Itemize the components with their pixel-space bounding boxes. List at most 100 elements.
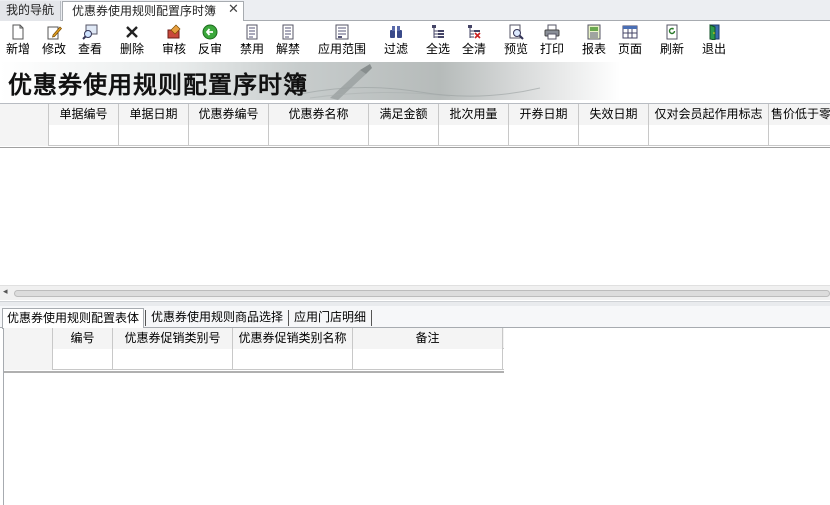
- grid-cell[interactable]: [53, 349, 113, 370]
- main-grid-header: 单据编号 单据日期 优惠券编号 优惠券名称 满足金额 批次用量 开券日期 失效日…: [0, 104, 830, 125]
- page-icon: [622, 25, 638, 39]
- view-icon: [82, 24, 98, 40]
- edit-button[interactable]: 修改: [38, 21, 70, 60]
- table-row[interactable]: [0, 125, 830, 146]
- title-banner: 优惠券使用规则配置序时簿: [0, 62, 830, 100]
- column-header[interactable]: 优惠券促销类别名称: [233, 328, 353, 349]
- edit-icon: [47, 26, 62, 40]
- preview-icon: [509, 24, 524, 40]
- tab-store-details[interactable]: 应用门店明细: [290, 308, 370, 328]
- row-indicator-header: [0, 104, 49, 125]
- preview-button[interactable]: 预览: [500, 21, 532, 60]
- toolbar-separator: [418, 25, 419, 56]
- detail-grid-header: 编号 优惠券促销类别号 优惠券促销类别名称 备注: [4, 328, 504, 349]
- grid-divider: [4, 371, 504, 373]
- filter-button[interactable]: 过滤: [380, 21, 412, 60]
- report-button[interactable]: 报表: [578, 21, 610, 60]
- grid-cell[interactable]: [769, 125, 830, 146]
- filter-binoculars-icon: [390, 26, 402, 38]
- table-row[interactable]: [4, 349, 504, 370]
- column-header[interactable]: 单据编号: [49, 104, 119, 125]
- toolbar-separator: [376, 25, 377, 56]
- delete-x-icon: [126, 26, 138, 38]
- main-toolbar: 新增 修改 查看 删除 审核 反审 禁用 解禁 应用范围 过滤 全选 全清 预览…: [0, 21, 830, 60]
- toolbar-separator: [496, 25, 497, 56]
- refresh-icon: [666, 24, 678, 40]
- column-header[interactable]: 优惠券促销类别号: [113, 328, 233, 349]
- print-icon: [544, 24, 560, 40]
- scroll-left-icon[interactable]: ◂: [3, 287, 8, 297]
- tab-rule-body[interactable]: 优惠券使用规则配置表体: [2, 308, 144, 329]
- tab-rule-goods[interactable]: 优惠券使用规则商品选择: [147, 308, 287, 328]
- grid-cell[interactable]: [353, 349, 503, 370]
- toolbar-separator: [574, 25, 575, 56]
- page-button[interactable]: 页面: [614, 21, 646, 60]
- tab-separator: [371, 310, 372, 326]
- exit-icon: [709, 24, 720, 40]
- enable-icon: [282, 24, 294, 40]
- row-indicator: [4, 349, 53, 370]
- view-button[interactable]: 查看: [74, 21, 106, 60]
- horizontal-scrollbar[interactable]: ◂: [0, 285, 830, 300]
- column-header[interactable]: 优惠券编号: [189, 104, 269, 125]
- toolbar-separator: [652, 25, 653, 56]
- column-header[interactable]: 单据日期: [119, 104, 189, 125]
- toolbar-separator: [310, 25, 311, 56]
- approve-button[interactable]: 审核: [158, 21, 190, 60]
- new-doc-icon: [12, 24, 24, 40]
- apply-scope-button[interactable]: 应用范围: [314, 21, 370, 60]
- grid-cell[interactable]: [189, 125, 269, 146]
- column-header[interactable]: 编号: [53, 328, 113, 349]
- grid-cell[interactable]: [233, 349, 353, 370]
- clear-all-icon: [468, 25, 481, 39]
- grid-cell[interactable]: [439, 125, 509, 146]
- clear-all-button[interactable]: 全清: [458, 21, 490, 60]
- column-header[interactable]: 满足金额: [369, 104, 439, 125]
- tab-coupon-rule-journal[interactable]: 优惠券使用规则配置序时簿: [62, 1, 244, 22]
- column-header[interactable]: 开券日期: [509, 104, 579, 125]
- column-header[interactable]: 失效日期: [579, 104, 649, 125]
- print-button[interactable]: 打印: [536, 21, 568, 60]
- grid-cell[interactable]: [509, 125, 579, 146]
- column-header[interactable]: 仅对会员起作用标志: [649, 104, 769, 125]
- delete-button[interactable]: 删除: [116, 21, 148, 60]
- tab-my-navigation[interactable]: 我的导航: [0, 1, 61, 21]
- select-all-icon: [432, 25, 444, 38]
- unapprove-button[interactable]: 反审: [194, 21, 226, 60]
- disable-button[interactable]: 禁用: [236, 21, 268, 60]
- grid-cell[interactable]: [49, 125, 119, 146]
- grid-cell[interactable]: [369, 125, 439, 146]
- select-all-button[interactable]: 全选: [422, 21, 454, 60]
- column-header[interactable]: 批次用量: [439, 104, 509, 125]
- page-title: 优惠券使用规则配置序时簿: [8, 70, 308, 99]
- scope-icon: [335, 24, 349, 40]
- grid-cell[interactable]: [119, 125, 189, 146]
- row-indicator-header: [4, 328, 53, 349]
- detail-data-grid: 编号 优惠券促销类别号 优惠券促销类别名称 备注: [4, 328, 504, 372]
- row-indicator: [0, 125, 49, 146]
- unapprove-icon: [202, 24, 218, 40]
- column-header[interactable]: 优惠券名称: [269, 104, 369, 125]
- tab-separator: [145, 310, 146, 326]
- column-header[interactable]: 备注: [353, 328, 503, 349]
- enable-button[interactable]: 解禁: [272, 21, 304, 60]
- detail-tab-strip: 优惠券使用规则配置表体 优惠券使用规则商品选择 应用门店明细: [0, 306, 830, 329]
- refresh-button[interactable]: 刷新: [656, 21, 688, 60]
- close-tab-icon[interactable]: ✕: [228, 2, 239, 17]
- grid-cell[interactable]: [113, 349, 233, 370]
- column-header[interactable]: 售价低于零: [769, 104, 830, 125]
- detail-panel: 编号 优惠券促销类别号 优惠券促销类别名称 备注: [3, 328, 830, 505]
- exit-button[interactable]: 退出: [698, 21, 730, 60]
- toolbar-separator: [694, 25, 695, 56]
- toolbar-separator: [154, 25, 155, 56]
- tab-separator: [288, 310, 289, 326]
- pen-decoration-icon: [300, 64, 541, 100]
- new-button[interactable]: 新增: [2, 21, 34, 60]
- document-tab-strip: 我的导航 优惠券使用规则配置序时簿 ✕: [0, 0, 830, 22]
- scrollbar-thumb[interactable]: [14, 290, 830, 297]
- grid-cell[interactable]: [649, 125, 769, 146]
- grid-cell[interactable]: [579, 125, 649, 146]
- grid-cell[interactable]: [269, 125, 369, 146]
- toolbar-separator: [112, 25, 113, 56]
- disable-icon: [246, 24, 258, 40]
